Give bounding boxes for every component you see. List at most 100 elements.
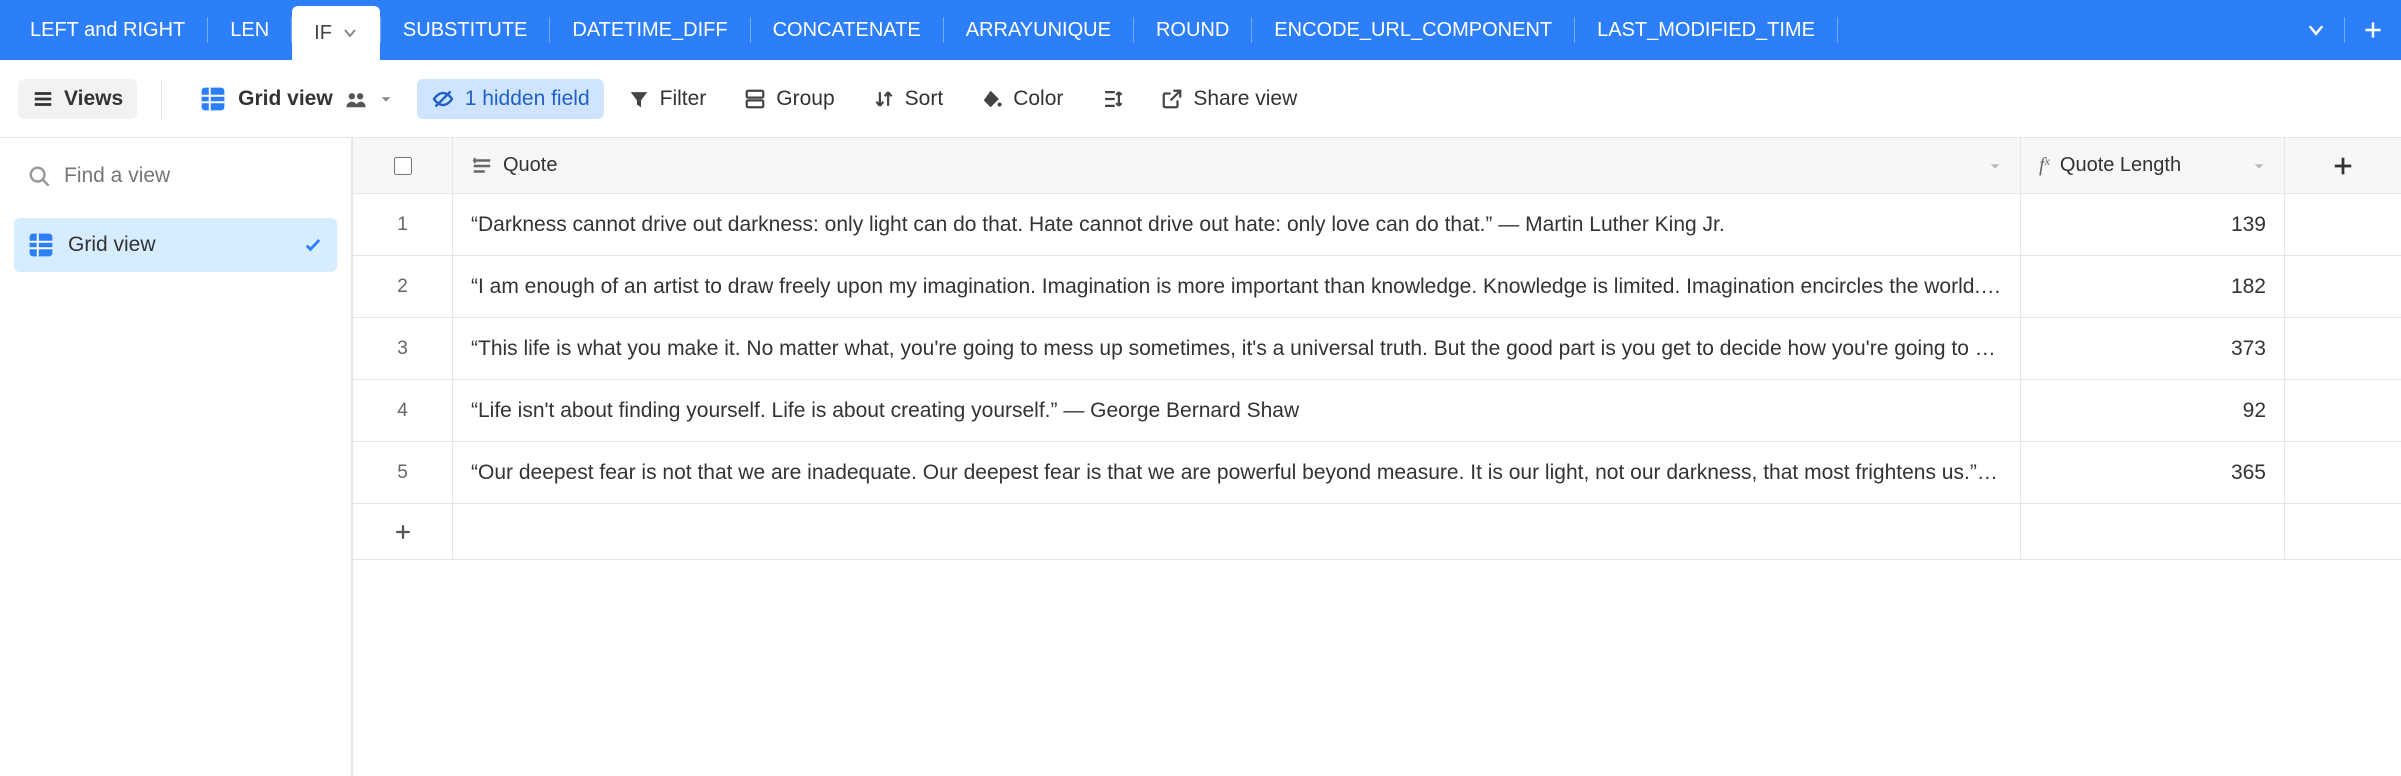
cell-quote[interactable]: “This life is what you make it. No matte… xyxy=(453,318,2021,379)
paint-bucket-icon xyxy=(981,88,1003,110)
menu-icon xyxy=(32,88,54,110)
select-all-checkbox[interactable] xyxy=(394,157,412,175)
table-tab[interactable]: LEN xyxy=(208,0,291,60)
tab-label: ROUND xyxy=(1156,19,1229,42)
row-number[interactable]: 5 xyxy=(353,442,453,503)
tab-label: DATETIME_DIFF xyxy=(572,19,727,42)
cell-text: “Darkness cannot drive out darkness: onl… xyxy=(471,213,2002,237)
tab-bar-actions xyxy=(2288,0,2401,60)
view-toolbar: Views Grid view 1 hidden field Filter Gr… xyxy=(0,60,2401,138)
table-tab[interactable]: SUBSTITUTE xyxy=(381,0,549,60)
filter-icon xyxy=(628,88,650,110)
table-tab[interactable]: LAST_MODIFIED_TIME xyxy=(1575,0,1837,60)
hidden-fields-button[interactable]: 1 hidden field xyxy=(417,79,604,119)
cell-quote-length[interactable]: 365 xyxy=(2021,442,2285,503)
grid-header-row: Quote fx Quote Length xyxy=(353,138,2401,194)
tab-separator xyxy=(1837,17,1838,43)
tab-label: LEFT and RIGHT xyxy=(30,19,185,42)
row-height-button[interactable] xyxy=(1087,80,1137,118)
color-label: Color xyxy=(1013,87,1063,111)
main-area: Grid view Quote xyxy=(0,138,2401,776)
filter-button[interactable]: Filter xyxy=(614,79,721,119)
table-tab[interactable]: LEFT and RIGHT xyxy=(8,0,207,60)
group-icon xyxy=(744,88,766,110)
check-icon xyxy=(303,235,323,255)
empty-cell xyxy=(2285,318,2401,379)
empty-cell xyxy=(2285,194,2401,255)
table-tab-active[interactable]: IF xyxy=(292,6,380,60)
row-number[interactable]: 4 xyxy=(353,380,453,441)
table-tab[interactable]: DATETIME_DIFF xyxy=(550,0,749,60)
grid-icon xyxy=(28,232,54,258)
color-button[interactable]: Color xyxy=(967,79,1077,119)
grid-row[interactable]: 4“Life isn't about finding yourself. Lif… xyxy=(353,380,2401,442)
table-tab[interactable]: ENCODE_URL_COMPONENT xyxy=(1252,0,1574,60)
tab-label: IF xyxy=(314,22,332,45)
chevron-down-icon xyxy=(2306,20,2326,40)
table-tab[interactable]: ROUND xyxy=(1134,0,1251,60)
caret-down-icon[interactable] xyxy=(1988,159,2002,173)
sort-icon xyxy=(873,88,895,110)
filter-label: Filter xyxy=(660,87,707,111)
caret-down-icon[interactable] xyxy=(2252,159,2266,173)
cell-quote-length[interactable]: 92 xyxy=(2021,380,2285,441)
cell-quote-length[interactable]: 373 xyxy=(2021,318,2285,379)
data-grid: Quote fx Quote Length xyxy=(352,138,2401,776)
table-tab-bar: LEFT and RIGHT LEN IF SUBSTITUTE DATETIM… xyxy=(0,0,2401,60)
tab-label: ARRAYUNIQUE xyxy=(966,19,1111,42)
share-view-button[interactable]: Share view xyxy=(1147,79,1311,119)
table-tab[interactable]: ARRAYUNIQUE xyxy=(944,0,1133,60)
cell-quote[interactable]: “I am enough of an artist to draw freely… xyxy=(453,256,2021,317)
find-view-input[interactable] xyxy=(64,164,335,188)
cell-value: 373 xyxy=(2231,337,2266,361)
view-name-label: Grid view xyxy=(238,87,333,111)
caret-down-icon xyxy=(379,92,393,106)
add-field-cell[interactable] xyxy=(2285,138,2401,193)
grid-row[interactable]: 3 “This life is what you make it. No matt… xyxy=(353,318,2401,380)
tab-label: SUBSTITUTE xyxy=(403,19,527,42)
plus-icon xyxy=(394,523,412,541)
select-all-cell[interactable] xyxy=(353,138,453,193)
table-tab[interactable]: CONCATENATE xyxy=(751,0,943,60)
column-header-quote[interactable]: Quote xyxy=(453,138,2021,193)
views-button[interactable]: Views xyxy=(18,79,137,119)
empty-cell xyxy=(2285,256,2401,317)
find-view-search[interactable] xyxy=(14,152,337,200)
people-icon xyxy=(345,88,367,110)
cell-text: “This life is what you make it. No matte… xyxy=(471,337,2002,361)
row-number[interactable]: 1 xyxy=(353,194,453,255)
chevron-down-icon[interactable] xyxy=(342,25,358,41)
cell-quote-length[interactable]: 139 xyxy=(2021,194,2285,255)
cell-text: “Our deepest fear is not that we are ina… xyxy=(471,461,2002,485)
cell-quote[interactable]: “Life isn't about finding yourself. Life… xyxy=(453,380,2021,441)
empty-cell xyxy=(453,504,2021,559)
grid-rows: 1 “Darkness cannot drive out darkness: on… xyxy=(353,194,2401,504)
cell-value: 182 xyxy=(2231,275,2266,299)
cell-quote[interactable]: “Darkness cannot drive out darkness: onl… xyxy=(453,194,2021,255)
tab-label: LEN xyxy=(230,19,269,42)
group-button[interactable]: Group xyxy=(730,79,848,119)
add-row-button[interactable] xyxy=(353,504,2401,560)
row-number[interactable]: 2 xyxy=(353,256,453,317)
tab-label: LAST_MODIFIED_TIME xyxy=(1597,19,1815,42)
current-view-button[interactable]: Grid view xyxy=(186,78,407,120)
grid-row[interactable]: 1 “Darkness cannot drive out darkness: on… xyxy=(353,194,2401,256)
empty-cell xyxy=(2285,380,2401,441)
add-row-plus[interactable] xyxy=(353,504,453,559)
grid-icon xyxy=(200,86,226,112)
cell-value: 139 xyxy=(2231,213,2266,237)
column-header-label: Quote xyxy=(503,154,557,177)
share-label: Share view xyxy=(1193,87,1297,111)
add-table-button[interactable] xyxy=(2345,20,2401,40)
cell-quote[interactable]: “Our deepest fear is not that we are ina… xyxy=(453,442,2021,503)
column-header-quote-length[interactable]: fx Quote Length xyxy=(2021,138,2285,193)
cell-quote-length[interactable]: 182 xyxy=(2021,256,2285,317)
long-text-icon xyxy=(471,155,493,177)
more-tabs-button[interactable] xyxy=(2288,20,2344,40)
grid-row[interactable]: 2“I am enough of an artist to draw freel… xyxy=(353,256,2401,318)
sidebar-view-item[interactable]: Grid view xyxy=(14,218,337,272)
row-number[interactable]: 3 xyxy=(353,318,453,379)
sidebar-view-label: Grid view xyxy=(68,233,156,257)
grid-row[interactable]: 5 “Our deepest fear is not that we are in… xyxy=(353,442,2401,504)
sort-button[interactable]: Sort xyxy=(859,79,958,119)
